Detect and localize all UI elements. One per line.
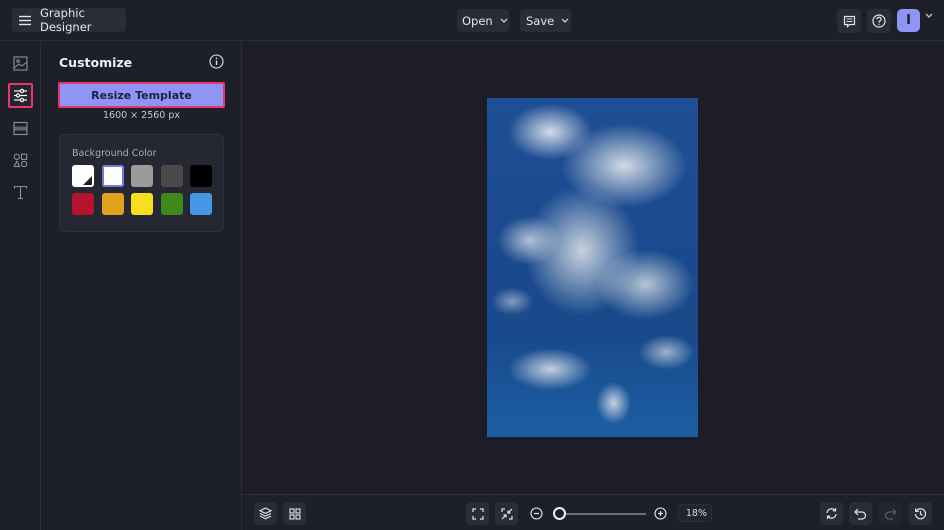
resize-template-button[interactable]: Resize Template: [58, 82, 225, 108]
rail-item-customize[interactable]: [8, 83, 33, 108]
replace-icon: [825, 507, 838, 520]
rail-item-photos[interactable]: [8, 51, 33, 76]
swatch-red[interactable]: [72, 193, 94, 215]
swatch-green[interactable]: [160, 193, 183, 215]
zoom-in-icon: [654, 507, 667, 520]
open-label: Open: [462, 13, 493, 28]
swatch-orange[interactable]: [101, 193, 124, 215]
panel-title: Customize: [59, 55, 133, 70]
layers-button[interactable]: [254, 502, 277, 525]
background-color-label: Background Color: [72, 148, 157, 159]
tool-rail: [0, 41, 41, 530]
menu-icon: [18, 15, 32, 26]
history-icon: [914, 507, 927, 520]
chevron-down-icon: [500, 18, 508, 23]
canvas-area[interactable]: [242, 41, 944, 494]
zoom-out-icon: [530, 507, 543, 520]
image-icon: [13, 56, 28, 71]
swatch-black[interactable]: [190, 165, 212, 187]
template-dimensions: 1600 × 2560 px: [102, 110, 181, 121]
zoom-in-button[interactable]: [649, 502, 672, 525]
open-button[interactable]: Open: [457, 9, 509, 32]
rail-item-text[interactable]: [8, 180, 33, 205]
save-label: Save: [526, 13, 555, 28]
bottom-toolbar: 18%: [242, 494, 944, 530]
replace-button[interactable]: [820, 502, 843, 525]
save-button[interactable]: Save: [520, 9, 571, 32]
layout-icon: [13, 121, 28, 136]
undo-button[interactable]: [849, 502, 872, 525]
artboard-sky-image[interactable]: [487, 98, 698, 437]
shrink-button[interactable]: [495, 502, 518, 525]
shrink-icon: [500, 507, 513, 520]
zoom-out-button[interactable]: [525, 502, 548, 525]
avatar[interactable]: I: [897, 9, 920, 32]
top-bar: Graphic Designer Open Save I: [0, 0, 944, 41]
rail-item-graphics[interactable]: [8, 148, 33, 173]
swatch-gray[interactable]: [131, 165, 153, 187]
undo-icon: [854, 508, 867, 520]
comment-icon: [843, 15, 856, 28]
grid-icon: [288, 507, 301, 520]
swatch-transparent[interactable]: [72, 165, 94, 187]
color-swatches: [72, 165, 212, 215]
history-button[interactable]: [909, 502, 932, 525]
rail-item-layouts[interactable]: [8, 116, 33, 141]
grid-button[interactable]: [283, 502, 306, 525]
swatch-yellow[interactable]: [131, 193, 153, 215]
swatch-white[interactable]: [101, 165, 124, 187]
fit-screen-button[interactable]: [466, 502, 489, 525]
redo-button[interactable]: [879, 502, 902, 525]
info-icon[interactable]: [209, 54, 224, 69]
sliders-icon: [13, 88, 28, 103]
customize-panel: Customize Resize Template 1600 × 2560 px…: [41, 41, 242, 530]
swatch-blue[interactable]: [190, 193, 212, 215]
app-title: Graphic Designer: [40, 6, 92, 34]
comment-button[interactable]: [837, 9, 861, 33]
chevron-down-icon: [561, 18, 569, 23]
redo-icon: [884, 508, 897, 520]
zoom-slider-thumb[interactable]: [553, 507, 566, 520]
zoom-slider-track[interactable]: [558, 513, 646, 515]
app-menu-button[interactable]: Graphic Designer: [12, 6, 126, 34]
shapes-icon: [13, 153, 28, 168]
zoom-percent-field[interactable]: 18%: [678, 504, 712, 522]
help-button[interactable]: [867, 9, 891, 33]
help-icon: [872, 14, 886, 28]
swatch-dark-gray[interactable]: [160, 165, 183, 187]
layers-icon: [259, 507, 272, 520]
text-icon: [13, 185, 28, 200]
chevron-down-icon[interactable]: [925, 13, 933, 18]
background-color-card: Background Color: [59, 134, 224, 232]
fit-screen-icon: [471, 507, 484, 520]
